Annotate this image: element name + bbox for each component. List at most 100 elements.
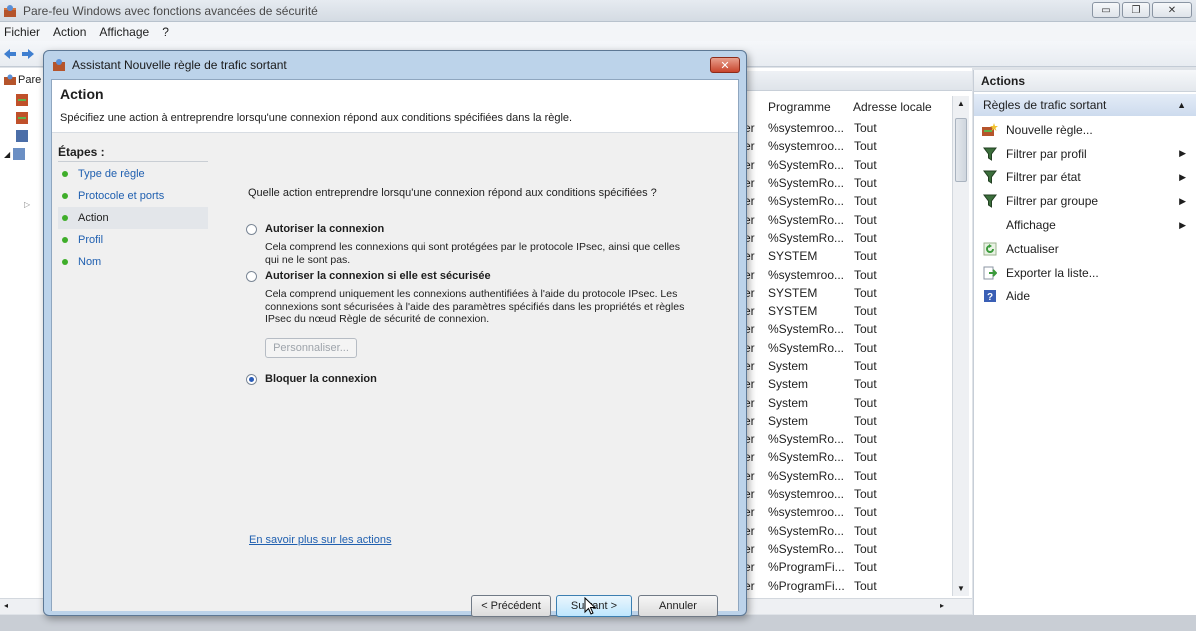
step-type-de-regle[interactable]: Type de règle: [58, 163, 208, 185]
radio-allow-indicator[interactable]: [246, 223, 257, 235]
table-row[interactable]: er %systemroo... Tout: [744, 137, 944, 155]
table-row[interactable]: er %SystemRo... Tout: [744, 192, 944, 210]
scroll-left-icon[interactable]: ◂: [4, 601, 8, 610]
action-item[interactable]: Affichage ▶: [974, 213, 1196, 237]
dialog-close-button[interactable]: ✕: [710, 57, 740, 73]
step-profil[interactable]: Profil: [58, 229, 208, 251]
table-row[interactable]: er SYSTEM Tout: [744, 284, 944, 302]
row-program: %SystemRo...: [768, 541, 845, 556]
table-row[interactable]: er SYSTEM Tout: [744, 247, 944, 265]
step-dot-icon: [62, 215, 68, 221]
maximize-button[interactable]: ❐: [1122, 2, 1150, 18]
radio-allow-secure[interactable]: Autoriser la connexion si elle est sécur…: [246, 270, 491, 282]
step-action[interactable]: Action: [58, 207, 208, 229]
column-header-adresse-locale[interactable]: Adresse locale: [853, 100, 932, 114]
cancel-button[interactable]: Annuler: [638, 595, 718, 617]
collapse-up-icon[interactable]: ▲: [1177, 100, 1186, 110]
table-row[interactable]: er %ProgramFi... Tout: [744, 576, 944, 594]
tree-collapse-arrow[interactable]: ▷: [24, 200, 30, 209]
action-item-label: Filtrer par état: [1006, 170, 1081, 185]
action-item[interactable]: Actualiser: [974, 237, 1196, 261]
table-row[interactable]: er System Tout: [744, 357, 944, 375]
rules-vertical-scrollbar[interactable]: ▲ ▼: [952, 96, 969, 596]
table-row[interactable]: er %SystemRo... Tout: [744, 156, 944, 174]
radio-secure-indicator[interactable]: [246, 270, 257, 282]
table-row[interactable]: er SYSTEM Tout: [744, 302, 944, 320]
action-item[interactable]: ? Aide: [974, 285, 1196, 309]
learn-more-link[interactable]: En savoir plus sur les actions: [249, 534, 391, 546]
row-program: %ProgramFi...: [768, 578, 845, 593]
actions-pane: Actions Règles de trafic sortant ▲ Nouve…: [973, 70, 1196, 615]
tree-security-icon[interactable]: [16, 130, 28, 142]
forward-icon[interactable]: [20, 46, 36, 62]
back-icon[interactable]: [2, 46, 18, 62]
wizard-page-title: Action: [60, 86, 104, 102]
table-row[interactable]: er %SystemRo... Tout: [744, 210, 944, 228]
menu-fichier[interactable]: Fichier: [4, 25, 40, 39]
row-prefix: er: [744, 157, 755, 172]
table-row[interactable]: er %SystemRo... Tout: [744, 467, 944, 485]
table-row[interactable]: er %SystemRo... Tout: [744, 540, 944, 558]
minimize-button[interactable]: ▭: [1092, 2, 1120, 18]
row-program: %systemroo...: [768, 487, 845, 502]
scroll-thumb[interactable]: [955, 118, 967, 182]
table-row[interactable]: er %systemroo... Tout: [744, 485, 944, 503]
table-row[interactable]: er System Tout: [744, 412, 944, 430]
radio-allow-connection[interactable]: Autoriser la connexion: [246, 223, 384, 235]
scroll-down-icon[interactable]: ▼: [957, 584, 965, 593]
close-button[interactable]: ✕: [1152, 2, 1192, 18]
table-row[interactable]: er %SystemRo... Tout: [744, 229, 944, 247]
action-item-label: Exporter la liste...: [1006, 265, 1099, 280]
table-row[interactable]: er System Tout: [744, 393, 944, 411]
tree-root[interactable]: Pare: [4, 74, 41, 86]
step-dot-icon: [62, 259, 68, 265]
row-prefix: er: [744, 578, 755, 593]
column-header-programme[interactable]: Programme: [768, 100, 831, 114]
table-row[interactable]: er %ProgramFi... Tout: [744, 558, 944, 576]
row-address: Tout: [854, 322, 877, 337]
row-address: Tout: [854, 340, 877, 355]
actions-section-outbound[interactable]: Règles de trafic sortant ▲: [974, 94, 1196, 116]
action-item[interactable]: Filtrer par profil ▶: [974, 142, 1196, 166]
menu-action[interactable]: Action: [53, 25, 86, 39]
radio-block-connection[interactable]: Bloquer la connexion: [246, 373, 377, 385]
row-prefix: er: [744, 413, 755, 428]
radio-block-indicator[interactable]: [246, 373, 257, 385]
export-icon: [982, 265, 998, 281]
row-program: System: [768, 377, 809, 392]
action-item[interactable]: Nouvelle règle...: [974, 118, 1196, 142]
menu-help[interactable]: ?: [162, 25, 169, 39]
submenu-arrow-icon: ▶: [1179, 219, 1186, 230]
menu-affichage[interactable]: Affichage: [99, 25, 149, 39]
row-program: %SystemRo...: [768, 212, 845, 227]
step-label: Type de règle: [78, 168, 145, 180]
step-dot-icon: [62, 237, 68, 243]
customize-button[interactable]: Personnaliser...: [265, 338, 357, 358]
tree-expand-monitor[interactable]: ◢: [4, 148, 26, 160]
new-rule-icon: [982, 122, 998, 138]
table-row[interactable]: er %SystemRo... Tout: [744, 339, 944, 357]
secure-description: Cela comprend uniquement les connexions …: [265, 288, 685, 326]
row-address: Tout: [854, 212, 877, 227]
table-row[interactable]: er %systemroo... Tout: [744, 119, 944, 137]
tree-outbound-icon[interactable]: [16, 112, 28, 124]
step-protocole-ports[interactable]: Protocole et ports: [58, 185, 208, 207]
table-row[interactable]: er %systemroo... Tout: [744, 503, 944, 521]
table-row[interactable]: er %SystemRo... Tout: [744, 522, 944, 540]
table-row[interactable]: er %SystemRo... Tout: [744, 174, 944, 192]
submenu-arrow-icon: ▶: [1179, 171, 1186, 182]
table-row[interactable]: er %SystemRo... Tout: [744, 448, 944, 466]
table-row[interactable]: er %systemroo... Tout: [744, 265, 944, 283]
table-row[interactable]: er %SystemRo... Tout: [744, 430, 944, 448]
back-button[interactable]: < Précédent: [471, 595, 551, 617]
action-item[interactable]: Exporter la liste...: [974, 261, 1196, 285]
table-row[interactable]: er %SystemRo... Tout: [744, 320, 944, 338]
mouse-cursor-icon: [584, 597, 596, 615]
action-item[interactable]: Filtrer par état ▶: [974, 166, 1196, 190]
action-item[interactable]: Filtrer par groupe ▶: [974, 189, 1196, 213]
tree-inbound-icon[interactable]: [16, 94, 28, 106]
scroll-up-icon[interactable]: ▲: [957, 99, 965, 108]
scroll-right-icon[interactable]: ▸: [940, 601, 944, 610]
table-row[interactable]: er System Tout: [744, 375, 944, 393]
step-nom[interactable]: Nom: [58, 251, 208, 273]
